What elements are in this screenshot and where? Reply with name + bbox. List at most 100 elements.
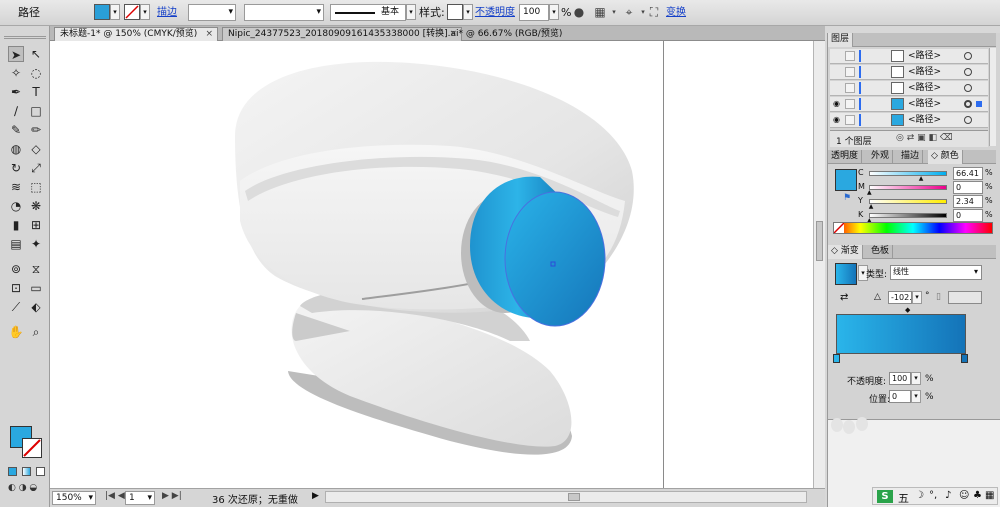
lock-toggle[interactable] [845,115,855,125]
profile-dropdown[interactable]: ▾ [406,4,416,20]
slider-track[interactable] [869,213,947,218]
lock-toggle[interactable] [845,99,855,109]
opacity-field[interactable]: 100 [519,4,549,21]
slice-tool-icon[interactable]: ⟋ [8,299,24,315]
layer-row[interactable]: <路径> [830,81,988,96]
pen-tool-icon[interactable]: ✒ [8,84,24,100]
tab-untitled-1[interactable]: 未标题-1* @ 150% (CMYK/预览) × [54,27,218,41]
transform-link[interactable]: 变换 [666,4,686,22]
gradient-swatch[interactable] [835,263,857,285]
brush-profile-field[interactable]: 基本 [330,4,406,21]
stroke-link[interactable]: 描边 [157,4,177,22]
tab-gradient[interactable]: ◇ 渐变 [828,245,863,259]
gradient-mode-icon[interactable] [22,467,31,476]
skin-icon[interactable]: ♣ [973,490,982,501]
reverse-gradient-icon[interactable]: ⇄ [840,292,848,303]
stop-opacity-field[interactable]: 100 [889,372,911,385]
zoom-field[interactable]: 150% ▾ [52,491,96,505]
target-icon[interactable] [964,52,972,60]
selection-indicator[interactable] [976,101,982,107]
gradient-stop-start[interactable] [833,354,840,363]
align-dropdown-icon[interactable]: ▾ [606,4,622,20]
graphic-style-swatch[interactable] [447,4,463,20]
tab-swatches[interactable]: 色板 [868,245,894,259]
grid-icon[interactable]: ▦ [985,490,994,501]
lock-toggle[interactable] [845,83,855,93]
layer-row[interactable]: ◉ <路径> [830,97,988,112]
tools-grip[interactable] [4,36,46,39]
artboard-prev-icons[interactable]: |◀ ◀ [105,491,125,501]
punctuation-icon[interactable]: °, [929,490,937,501]
ime-mode[interactable]: 五 [898,490,909,506]
scale-tool-icon[interactable]: ⤢ [28,160,44,176]
tab-color[interactable]: ◇ 颜色 [928,150,963,164]
user-icon[interactable]: ☺ [959,490,969,501]
gradient-tool-icon[interactable]: ▤ [8,236,24,252]
none-mode-icon[interactable] [36,467,45,476]
pencil-tool-icon[interactable]: ✏ [28,122,44,138]
selection-indicator[interactable] [976,117,982,123]
color-slider-k[interactable]: K 0% ▲ [853,209,998,224]
tab-nipic-document[interactable]: Nipic_24377523_20180909161435338000 [转换]… [222,27,562,41]
selection-tool-icon[interactable]: ➤ [8,46,24,62]
angle-dropdown[interactable]: ▾ [912,291,922,304]
selection-indicator[interactable] [976,69,982,75]
warp-tool-icon[interactable]: ≋ [8,179,24,195]
stop-opacity-dropdown[interactable]: ▾ [911,372,921,385]
channel-value-field[interactable]: 0 [953,181,983,194]
zoom-tool-icon[interactable]: ⌕ [28,324,44,340]
opacity-link[interactable]: 不透明度 [475,4,515,22]
color-spectrum-bar[interactable] [833,222,993,234]
perspective-tool-icon[interactable]: ⬖ [28,299,44,315]
ime-logo[interactable]: S [877,490,893,503]
stroke-swatch[interactable] [124,4,140,20]
tab-transparency[interactable]: 透明度 [828,150,863,164]
style-dropdown[interactable]: ▾ [463,4,473,20]
color-slider-y[interactable]: Y 2.34% ▲ [853,195,998,210]
live-selection-tool-icon[interactable]: ⊡ [8,280,24,296]
artboard-next-icons[interactable]: ▶ ▶| [162,491,182,501]
mesh-tool-icon[interactable]: ⊞ [28,217,44,233]
webcam-artwork[interactable] [50,41,825,488]
symbol-sprayer-tool-icon[interactable]: ❋ [28,198,44,214]
rotate-tool-icon[interactable]: ↻ [8,160,24,176]
color-mode-icon[interactable] [8,467,17,476]
direct-selection-tool-icon[interactable]: ↖ [28,46,44,62]
status-menu-icon[interactable]: ▶ [312,491,319,501]
layer-row[interactable]: ◉ <路径> [830,113,988,128]
blend-tool-icon[interactable]: ⊚ [8,261,24,277]
artboard-tool-icon[interactable]: ▭ [28,280,44,296]
layers-scrollbar[interactable] [989,48,996,146]
visibility-eye-icon[interactable]: ◉ [833,115,843,125]
eyedropper-tool-icon[interactable]: ✦ [28,236,44,252]
tab-appearance[interactable]: 外观 [868,150,894,164]
hand-tool-icon[interactable]: ✋ [8,324,24,340]
scroll-thumb[interactable] [816,221,823,261]
fill-swatch[interactable] [94,4,110,20]
visibility-eye-icon[interactable] [833,67,843,77]
angle-field[interactable]: -102. [888,291,912,304]
variable-width-field[interactable]: ▾ [244,4,324,21]
tab-layers[interactable]: 图层 [828,33,854,47]
live-paint-tool-icon[interactable]: ⧖ [28,261,44,277]
slider-track[interactable] [869,171,947,176]
layer-row[interactable]: <路径> [830,65,988,80]
recolor-icon[interactable]: ● [571,4,587,20]
stop-position-dropdown[interactable]: ▾ [911,390,921,403]
magic-wand-tool-icon[interactable]: ✧ [8,65,24,81]
paintbrush-tool-icon[interactable]: ✎ [8,122,24,138]
none-swatch[interactable] [833,222,845,234]
column-graph-tool-icon[interactable]: ▮ [8,217,24,233]
expand-icon[interactable]: ⛶ [646,4,662,20]
fill-dropdown[interactable]: ▾ [110,4,120,20]
draw-mode-icons[interactable]: ◐ ◑ ◒ [8,483,42,493]
stroke-color-box[interactable] [22,438,42,458]
vertical-scrollbar[interactable] [813,41,825,488]
page-field[interactable]: 1 ▾ [125,491,155,505]
slider-track[interactable] [869,199,947,204]
color-slider-m[interactable]: M 0% ▲ [853,181,998,196]
opacity-dropdown[interactable]: ▾ [549,4,559,20]
target-icon[interactable] [964,84,972,92]
rectangle-tool-icon[interactable]: □ [28,103,44,119]
stroke-dropdown[interactable]: ▾ [140,4,150,20]
